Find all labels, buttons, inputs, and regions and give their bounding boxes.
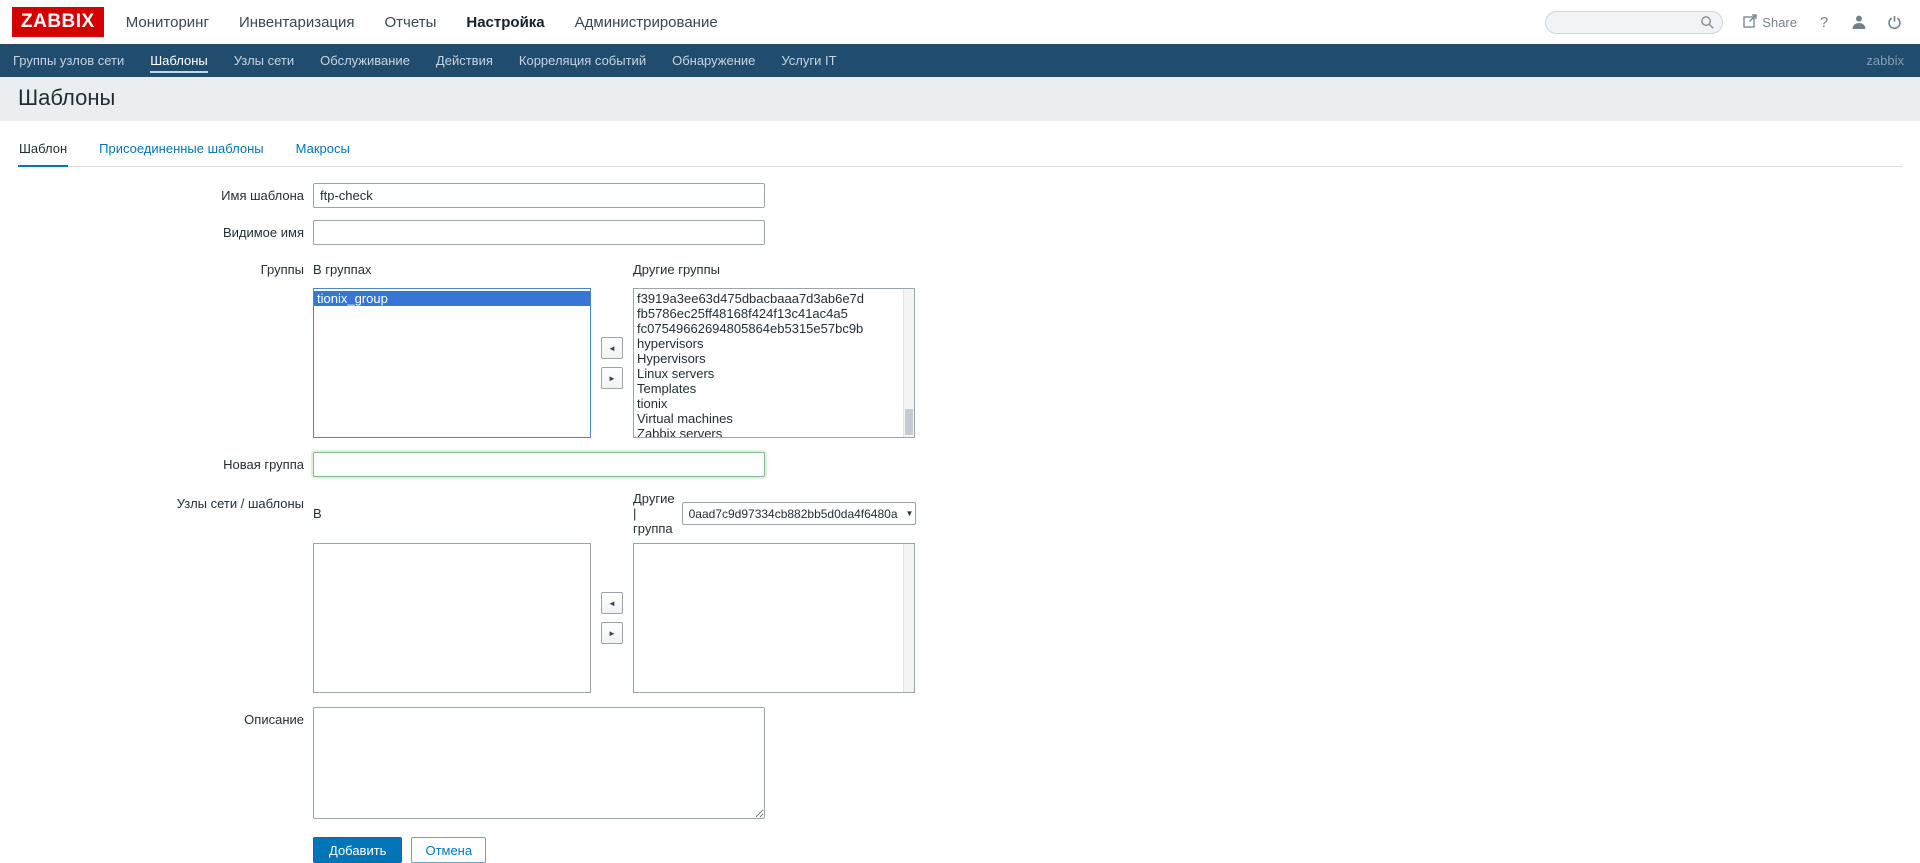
in-groups-header: В группах (313, 257, 591, 281)
logout-icon[interactable] (1887, 15, 1902, 30)
right-arrow-icon: ► (608, 629, 616, 638)
list-item[interactable]: Linux servers (634, 366, 914, 381)
move-left-button[interactable]: ◄ (601, 337, 623, 359)
nav-administration[interactable]: Администрирование (575, 14, 718, 31)
list-item[interactable]: fb5786ec25ff48168f424f13c41ac4a5 (634, 306, 914, 321)
hosts-in-header: В (313, 491, 591, 536)
scrollbar-thumb[interactable] (905, 409, 913, 435)
sub-nav: Группы узлов сети Шаблоны Узлы сети Обсл… (0, 44, 1920, 77)
move-right-button[interactable]: ► (601, 367, 623, 389)
main-nav: Мониторинг Инвентаризация Отчеты Настрой… (126, 14, 748, 31)
hosts-other-header-label: Другие | группа (633, 491, 675, 536)
template-form: Имя шаблона Видимое имя Группы В группах… (18, 167, 1902, 863)
new-group-label: Новая группа (18, 457, 313, 472)
list-item[interactable]: fc07549662694805864eb5315e57bc9b (634, 321, 914, 336)
help-button[interactable]: ? (1817, 14, 1831, 31)
subnav-actions[interactable]: Действия (423, 44, 506, 77)
list-item[interactable]: hypervisors (634, 336, 914, 351)
groups-row: Группы В группах Другие группы tionix_gr… (18, 257, 1902, 438)
title-strip: Шаблоны (0, 77, 1920, 121)
search-icon[interactable] (1700, 15, 1715, 33)
in-groups-listbox[interactable]: tionix_group (313, 288, 591, 438)
new-group-row: Новая группа (18, 452, 1902, 477)
cancel-button[interactable]: Отмена (411, 837, 486, 863)
subnav-discovery[interactable]: Обнаружение (659, 44, 768, 77)
user-profile-icon[interactable] (1851, 14, 1867, 30)
search-input[interactable] (1545, 11, 1723, 34)
template-name-label: Имя шаблона (18, 188, 313, 203)
visible-name-row: Видимое имя (18, 220, 1902, 245)
scrollbar[interactable] (903, 289, 914, 437)
zabbix-logo[interactable]: ZABBIX (12, 7, 104, 37)
list-item[interactable]: Templates (634, 381, 914, 396)
hosts-move-right-button[interactable]: ► (601, 622, 623, 644)
other-groups-listbox[interactable]: f3919a3ee63d475dbacbaaa7d3ab6e7d fb5786e… (633, 288, 915, 438)
right-arrow-icon: ► (608, 374, 616, 383)
subnav-it-services[interactable]: Услуги IT (768, 44, 849, 77)
left-arrow-icon: ◄ (608, 599, 616, 608)
form-buttons: Добавить Отмена (313, 831, 1902, 863)
share-label: Share (1762, 15, 1797, 30)
subnav-hosts[interactable]: Узлы сети (221, 44, 307, 77)
tab-linked-templates[interactable]: Присоединенные шаблоны (98, 135, 264, 166)
subnav-maintenance[interactable]: Обслуживание (307, 44, 423, 77)
hosts-label: Узлы сети / шаблоны (18, 491, 313, 511)
subnav-templates[interactable]: Шаблоны (137, 44, 221, 77)
list-item[interactable]: f3919a3ee63d475dbacbaaa7d3ab6e7d (634, 291, 914, 306)
nav-inventory[interactable]: Инвентаризация (239, 14, 355, 31)
scrollbar[interactable] (903, 544, 914, 692)
group-movers: ◄ ► (591, 288, 633, 438)
subnav-host-groups[interactable]: Группы узлов сети (0, 44, 137, 77)
server-name: zabbix (1866, 44, 1904, 77)
other-groups-header: Другие группы (633, 257, 915, 281)
list-item[interactable]: tionix (634, 396, 914, 411)
template-name-row: Имя шаблона (18, 183, 1902, 208)
hosts-group-selected-value: 0aad7c9d97334cb882bb5d0da4f6480a (689, 507, 898, 521)
list-item[interactable]: Hypervisors (634, 351, 914, 366)
chevron-down-icon: ▼ (906, 509, 914, 518)
main-content: Шаблон Присоединенные шаблоны Макросы Им… (0, 121, 1920, 863)
visible-name-label: Видимое имя (18, 225, 313, 240)
topbar-actions: Share ? (1545, 11, 1902, 34)
hosts-movers: ◄ ► (591, 543, 633, 693)
tab-macros[interactable]: Макросы (295, 135, 351, 166)
groups-label: Группы (18, 257, 313, 277)
share-icon (1743, 14, 1757, 31)
list-item[interactable]: Zabbix servers (634, 426, 914, 438)
hosts-row: Узлы сети / шаблоны В Другие | группа 0a… (18, 491, 1902, 693)
visible-name-input[interactable] (313, 220, 765, 245)
hosts-in-listbox[interactable] (313, 543, 591, 693)
new-group-input[interactable] (313, 452, 765, 477)
form-tabs: Шаблон Присоединенные шаблоны Макросы (18, 135, 1902, 167)
nav-monitoring[interactable]: Мониторинг (126, 14, 209, 31)
list-item[interactable]: Virtual machines (634, 411, 914, 426)
list-item[interactable]: tionix_group (314, 291, 590, 306)
page-title: Шаблоны (18, 85, 1902, 111)
search-box (1545, 11, 1723, 34)
subnav-event-correlation[interactable]: Корреляция событий (506, 44, 659, 77)
add-button[interactable]: Добавить (313, 837, 402, 863)
hosts-other-listbox[interactable] (633, 543, 915, 693)
template-name-input[interactable] (313, 183, 765, 208)
nav-configuration[interactable]: Настройка (466, 14, 544, 31)
share-link[interactable]: Share (1743, 14, 1797, 31)
hosts-other-header: Другие | группа 0aad7c9d97334cb882bb5d0d… (633, 491, 915, 536)
description-textarea[interactable] (313, 707, 765, 819)
hosts-group-select[interactable]: 0aad7c9d97334cb882bb5d0da4f6480a ▼ (682, 502, 916, 525)
description-row: Описание (18, 707, 1902, 819)
hosts-move-left-button[interactable]: ◄ (601, 592, 623, 614)
description-label: Описание (18, 707, 313, 727)
nav-reports[interactable]: Отчеты (385, 14, 437, 31)
tab-template[interactable]: Шаблон (18, 135, 68, 167)
top-header: ZABBIX Мониторинг Инвентаризация Отчеты … (0, 0, 1920, 44)
left-arrow-icon: ◄ (608, 344, 616, 353)
